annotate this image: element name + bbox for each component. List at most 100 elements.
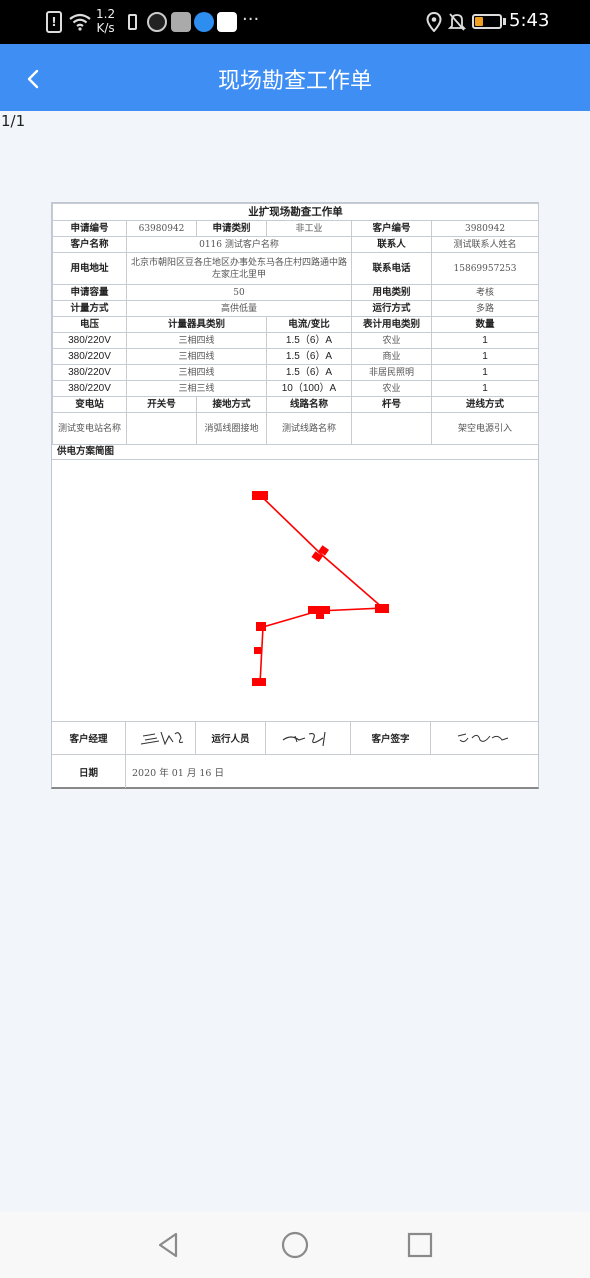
value-usage-type: 考核 bbox=[430, 284, 540, 301]
value-contact: 测试联系人姓名 bbox=[430, 236, 540, 253]
label-operation-mode: 运行方式 bbox=[351, 300, 432, 317]
signature-row: 客户经理 运行人员 客户签字 bbox=[52, 721, 538, 755]
label-customer-no: 客户编号 bbox=[351, 220, 432, 237]
meter-cell: 1 bbox=[430, 380, 540, 397]
status-bar: ! 1.2 K/s ··· 5:43 bbox=[0, 0, 590, 44]
meter-cell: 1.5（6）A bbox=[266, 332, 352, 349]
meter-cell: 非居民照明 bbox=[351, 364, 432, 381]
meter-cell: 380/220V bbox=[52, 364, 127, 381]
survey-document: 业扩现场勘查工作单 申请编号 63980942 申请类别 非工业 客户编号 39… bbox=[51, 202, 540, 789]
label-contact: 联系人 bbox=[351, 236, 432, 253]
label-application-type: 申请类别 bbox=[196, 220, 267, 237]
meter-cell: 农业 bbox=[351, 332, 432, 349]
label-metering-method: 计量方式 bbox=[52, 300, 127, 317]
location-icon bbox=[426, 12, 442, 32]
meter-cell: 三相四线 bbox=[126, 348, 267, 365]
customer-manager-signature bbox=[126, 722, 196, 754]
value-operation-mode: 多路 bbox=[430, 300, 540, 317]
value-customer-name: 0116 测试客户名称 bbox=[126, 236, 352, 253]
meter-cell: 10（100）A bbox=[266, 380, 352, 397]
value-application-no: 63980942 bbox=[126, 220, 197, 237]
survey-form-table: 业扩现场勘查工作单 申请编号 63980942 申请类别 非工业 客户编号 39… bbox=[51, 203, 540, 445]
label-application-no: 申请编号 bbox=[52, 220, 127, 237]
circle-home-icon[interactable] bbox=[278, 1228, 312, 1262]
diagram-node bbox=[311, 551, 323, 563]
meter-cell: 380/220V bbox=[52, 380, 127, 397]
table-row: 380/220V 三相三线 10（100）A 农业 1 bbox=[52, 380, 540, 397]
label-address: 用电地址 bbox=[52, 252, 127, 285]
label-phone: 联系电话 bbox=[351, 252, 432, 285]
value-phone: 15869957253 bbox=[430, 252, 540, 285]
app-icon bbox=[194, 12, 214, 32]
value-application-type: 非工业 bbox=[266, 220, 352, 237]
app-icon bbox=[147, 12, 167, 32]
triangle-back-icon[interactable] bbox=[152, 1228, 186, 1262]
meter-cell: 1 bbox=[430, 364, 540, 381]
diagram-node bbox=[256, 622, 266, 631]
line-cell: 测试变电站名称 bbox=[52, 412, 127, 445]
diagram-node bbox=[252, 491, 268, 500]
supply-diagram bbox=[252, 491, 389, 686]
diagram-label: 供电方案简图 bbox=[52, 444, 538, 460]
signature-image bbox=[140, 731, 183, 746]
meter-cell: 1.5（6）A bbox=[266, 364, 352, 381]
label-capacity: 申请容量 bbox=[52, 284, 127, 301]
page-indicator: 1/1 bbox=[1, 112, 26, 130]
bell-muted-icon bbox=[448, 13, 466, 31]
operator-signature bbox=[266, 722, 351, 754]
meter-header: 表计用电类别 bbox=[351, 316, 432, 333]
line-cell: 架空电源引入 bbox=[430, 412, 540, 445]
form-title: 业扩现场勘查工作单 bbox=[51, 203, 540, 221]
app-icon bbox=[217, 12, 237, 32]
table-row: 380/220V 三相四线 1.5（6）A 商业 1 bbox=[52, 348, 540, 365]
line-header: 杆号 bbox=[351, 396, 432, 413]
more-notifications-icon: ··· bbox=[242, 9, 260, 30]
line-header: 线路名称 bbox=[266, 396, 352, 413]
meter-cell: 农业 bbox=[351, 380, 432, 397]
meter-cell: 1 bbox=[430, 332, 540, 349]
customer-signature bbox=[431, 722, 538, 754]
diagram-node bbox=[375, 604, 389, 613]
meter-header: 电流/变比 bbox=[266, 316, 352, 333]
line-header: 开关号 bbox=[126, 396, 197, 413]
diagram-line bbox=[259, 494, 386, 685]
label-date: 日期 bbox=[52, 755, 126, 788]
battery-cap bbox=[503, 18, 506, 25]
square-recents-icon[interactable] bbox=[403, 1228, 437, 1262]
line-header: 变电站 bbox=[52, 396, 127, 413]
meter-cell: 三相四线 bbox=[126, 332, 267, 349]
system-nav-bar bbox=[0, 1212, 590, 1278]
line-cell bbox=[351, 412, 432, 445]
meter-cell: 1 bbox=[430, 348, 540, 365]
line-header: 接地方式 bbox=[196, 396, 267, 413]
value-capacity: 50 bbox=[126, 284, 352, 301]
label-customer-manager: 客户经理 bbox=[52, 722, 126, 754]
date-row: 日期 2020 年 01 月 16 日 bbox=[52, 755, 538, 788]
label-operator: 运行人员 bbox=[196, 722, 266, 754]
table-row: 测试变电站名称 消弧线圈接地 测试线路名称 架空电源引入 bbox=[52, 412, 540, 445]
meter-header: 数量 bbox=[430, 316, 540, 333]
meter-cell: 380/220V bbox=[52, 332, 127, 349]
app-header: 现场勘查工作单 bbox=[0, 44, 590, 111]
value-metering-method: 高供低量 bbox=[126, 300, 352, 317]
table-row: 380/220V 三相四线 1.5（6）A 农业 1 bbox=[52, 332, 540, 349]
alert-icon: ! bbox=[46, 11, 62, 33]
meter-cell: 商业 bbox=[351, 348, 432, 365]
label-customer-name: 客户名称 bbox=[52, 236, 127, 253]
line-cell bbox=[126, 412, 197, 445]
battery-icon bbox=[472, 14, 502, 29]
diagram-node bbox=[254, 647, 261, 654]
line-cell: 消弧线圈接地 bbox=[196, 412, 267, 445]
table-row: 380/220V 三相四线 1.5（6）A 非居民照明 1 bbox=[52, 364, 540, 381]
signature-image bbox=[282, 731, 326, 747]
value-customer-no: 3980942 bbox=[430, 220, 540, 237]
line-cell: 测试线路名称 bbox=[266, 412, 352, 445]
clock: 5:43 bbox=[509, 10, 550, 31]
diagram-node bbox=[252, 678, 266, 686]
battery-saver-icon bbox=[128, 14, 137, 30]
signature-image bbox=[457, 733, 508, 743]
meter-cell: 三相三线 bbox=[126, 380, 267, 397]
line-header: 进线方式 bbox=[430, 396, 540, 413]
wifi-icon bbox=[69, 13, 91, 31]
meter-cell: 1.5（6）A bbox=[266, 348, 352, 365]
